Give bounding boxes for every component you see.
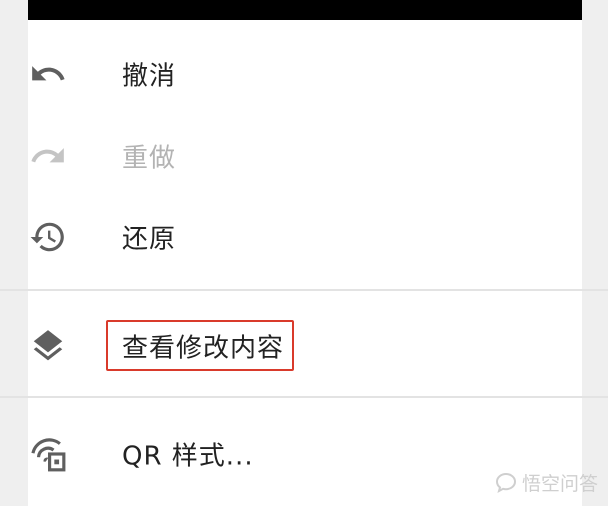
highlight-box	[106, 320, 294, 371]
menu-item-restore[interactable]: 还原	[0, 197, 608, 277]
redo-icon	[28, 136, 68, 176]
watermark-text: 悟空问答	[521, 473, 598, 495]
watermark: 悟空问答	[494, 469, 598, 496]
layers-icon	[28, 326, 68, 366]
chat-bubble-icon	[495, 472, 516, 493]
menu-item-label: 重做	[122, 143, 177, 174]
menu-item-label: QR 样式...	[122, 441, 254, 472]
menu-item-view-changes[interactable]: 查看修改内容	[0, 306, 608, 386]
menu-item-label: 撤消	[122, 61, 177, 92]
divider	[0, 289, 608, 291]
divider	[0, 396, 608, 398]
history-restore-icon	[28, 217, 68, 257]
menu-item-redo[interactable]: 重做	[0, 116, 608, 196]
undo-icon	[28, 54, 68, 94]
top-black-bar	[28, 0, 582, 20]
edit-menu-sheet: 撤消 重做 还原 查看修改内容 QR 样式...	[0, 20, 608, 506]
menu-item-undo[interactable]: 撤消	[0, 34, 608, 114]
menu-item-label: 还原	[122, 224, 177, 255]
qr-wifi-icon	[28, 434, 68, 474]
